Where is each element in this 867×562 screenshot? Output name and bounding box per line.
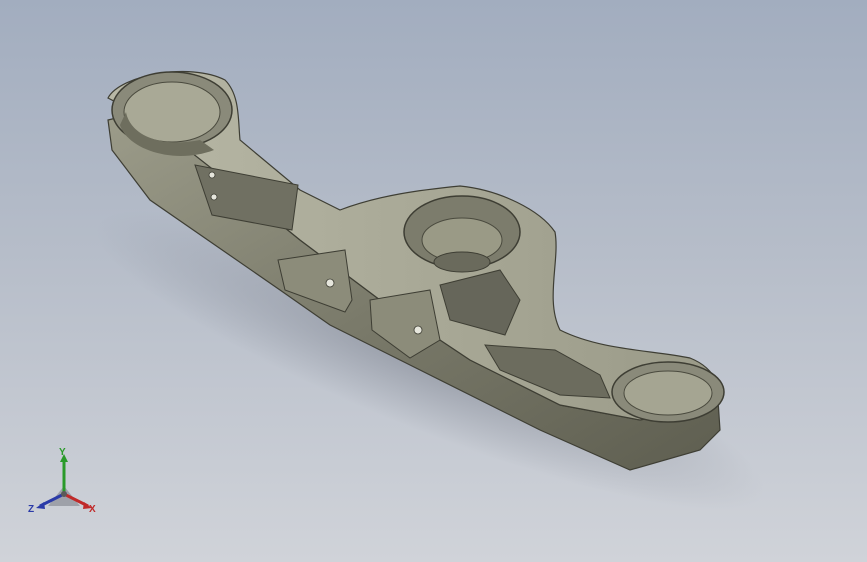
clamp-bolt-hole-left [325, 278, 335, 288]
triad-y-label: Y [59, 447, 66, 458]
triad-x-label: X [89, 504, 96, 515]
cad-model[interactable] [0, 0, 867, 562]
clamp-bolt-hole-right [413, 325, 423, 335]
left-pocket-hole-1 [208, 171, 216, 179]
left-pocket-hole-2 [210, 193, 218, 201]
triad-z-label: Z [28, 504, 35, 515]
steering-stem-hole [433, 251, 491, 273]
right-fork-bore-inner [623, 370, 713, 416]
graphics-viewport[interactable]: Y Z X [0, 0, 867, 562]
view-triad[interactable]: Y Z X [28, 448, 100, 520]
